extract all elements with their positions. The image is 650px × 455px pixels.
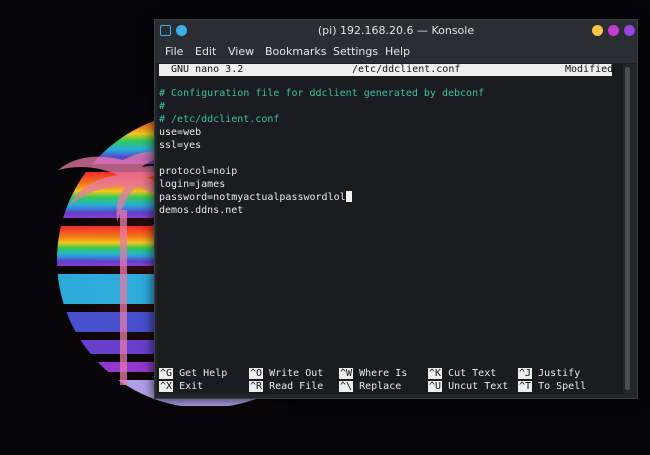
password-line-text: password=notmyactualpasswordlol — [159, 192, 346, 203]
shortcut-replace[interactable]: ^\ Replace — [339, 380, 401, 393]
shortcut-label: Write Out — [269, 368, 324, 379]
minimize-icon[interactable] — [592, 25, 603, 36]
terminal-view[interactable]: GNU nano 3.2 /etc/ddclient.conf Modified… — [157, 64, 623, 394]
shortcut-key: ^U — [428, 381, 443, 392]
shortcut-key: ^X — [159, 381, 174, 392]
menu-edit[interactable]: Edit — [195, 45, 216, 58]
nano-title-bar: GNU nano 3.2 /etc/ddclient.conf Modified — [159, 64, 614, 76]
file-line[interactable]: ssl=yes — [159, 139, 201, 152]
vertical-scrollbar[interactable] — [625, 67, 630, 390]
shortcut-uncut-text[interactable]: ^U Uncut Text — [428, 380, 508, 393]
konsole-window: (pi) 192.168.20.6 — Konsole File Edit Vi… — [154, 19, 638, 399]
menu-settings[interactable]: Settings — [333, 45, 378, 58]
menu-help[interactable]: Help — [385, 45, 410, 58]
file-line[interactable]: login=james — [159, 178, 225, 191]
shortcut-key: ^K — [428, 368, 443, 379]
scrollbar-thumb[interactable] — [625, 67, 630, 390]
menu-bar: File Edit View Bookmarks Settings Help — [155, 42, 637, 64]
shortcut-key: ^O — [249, 368, 264, 379]
file-line[interactable]: # Configuration file for ddclient genera… — [159, 87, 484, 100]
shortcut-key: ^G — [159, 368, 174, 379]
shortcut-where-is[interactable]: ^W Where Is — [339, 367, 407, 380]
shortcut-key: ^R — [249, 381, 264, 392]
shortcut-label: Cut Text — [448, 368, 497, 379]
maximize-icon[interactable] — [608, 25, 619, 36]
nano-filename: /etc/ddclient.conf — [352, 64, 461, 75]
shortcut-to-spell[interactable]: ^T To Spell — [518, 380, 586, 393]
shortcut-key: ^T — [518, 381, 533, 392]
shortcut-label: Read File — [269, 381, 324, 392]
shortcut-label: Exit — [179, 381, 204, 392]
shortcut-label: Get Help — [179, 368, 228, 379]
file-line[interactable]: protocol=noip — [159, 165, 237, 178]
shortcut-key: ^W — [339, 368, 354, 379]
shortcut-label: Replace — [359, 381, 402, 392]
shortcut-read-file[interactable]: ^R Read File — [249, 380, 323, 393]
shortcut-exit[interactable]: ^X Exit — [159, 380, 203, 393]
shortcut-label: Where Is — [359, 368, 408, 379]
shortcut-write-out[interactable]: ^O Write Out — [249, 367, 323, 380]
nano-version: GNU nano 3.2 — [171, 64, 244, 75]
window-title: (pi) 192.168.20.6 — Konsole — [317, 24, 475, 37]
shortcut-cut-text[interactable]: ^K Cut Text — [428, 367, 496, 380]
shortcut-key: ^J — [518, 368, 533, 379]
shortcut-get-help[interactable]: ^G Get Help — [159, 367, 227, 380]
title-bar[interactable]: (pi) 192.168.20.6 — Konsole — [155, 20, 637, 42]
shortcut-label: Uncut Text — [448, 381, 509, 392]
text-cursor — [345, 191, 352, 202]
file-line[interactable]: # /etc/ddclient.conf — [159, 113, 279, 126]
shortcut-label: Justify — [538, 368, 581, 379]
menu-view[interactable]: View — [228, 45, 254, 58]
shortcut-justify[interactable]: ^J Justify — [518, 367, 580, 380]
close-icon[interactable] — [624, 25, 635, 36]
menu-bookmarks[interactable]: Bookmarks — [265, 45, 326, 58]
nano-status: Modified — [565, 64, 614, 75]
shortcut-label: To Spell — [538, 381, 587, 392]
file-line[interactable]: use=web — [159, 126, 201, 139]
file-line[interactable]: demos.ddns.net — [159, 204, 243, 217]
file-line[interactable]: # — [159, 100, 165, 113]
menu-file[interactable]: File — [165, 45, 183, 58]
file-line-password[interactable]: password=notmyactualpasswordlol — [159, 191, 352, 204]
shortcut-key: ^\ — [339, 381, 354, 392]
